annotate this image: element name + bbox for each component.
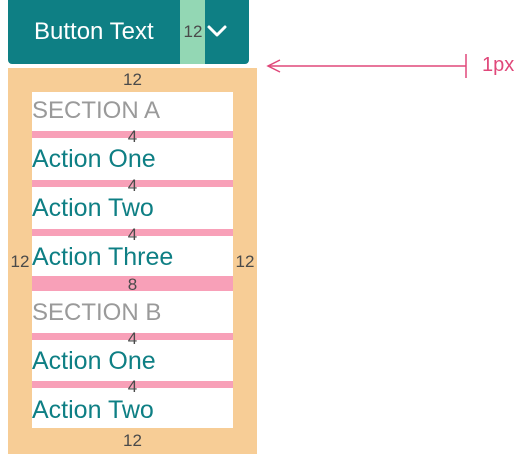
annotation-arrow	[266, 54, 467, 78]
annotation-label: 1px	[482, 54, 515, 76]
